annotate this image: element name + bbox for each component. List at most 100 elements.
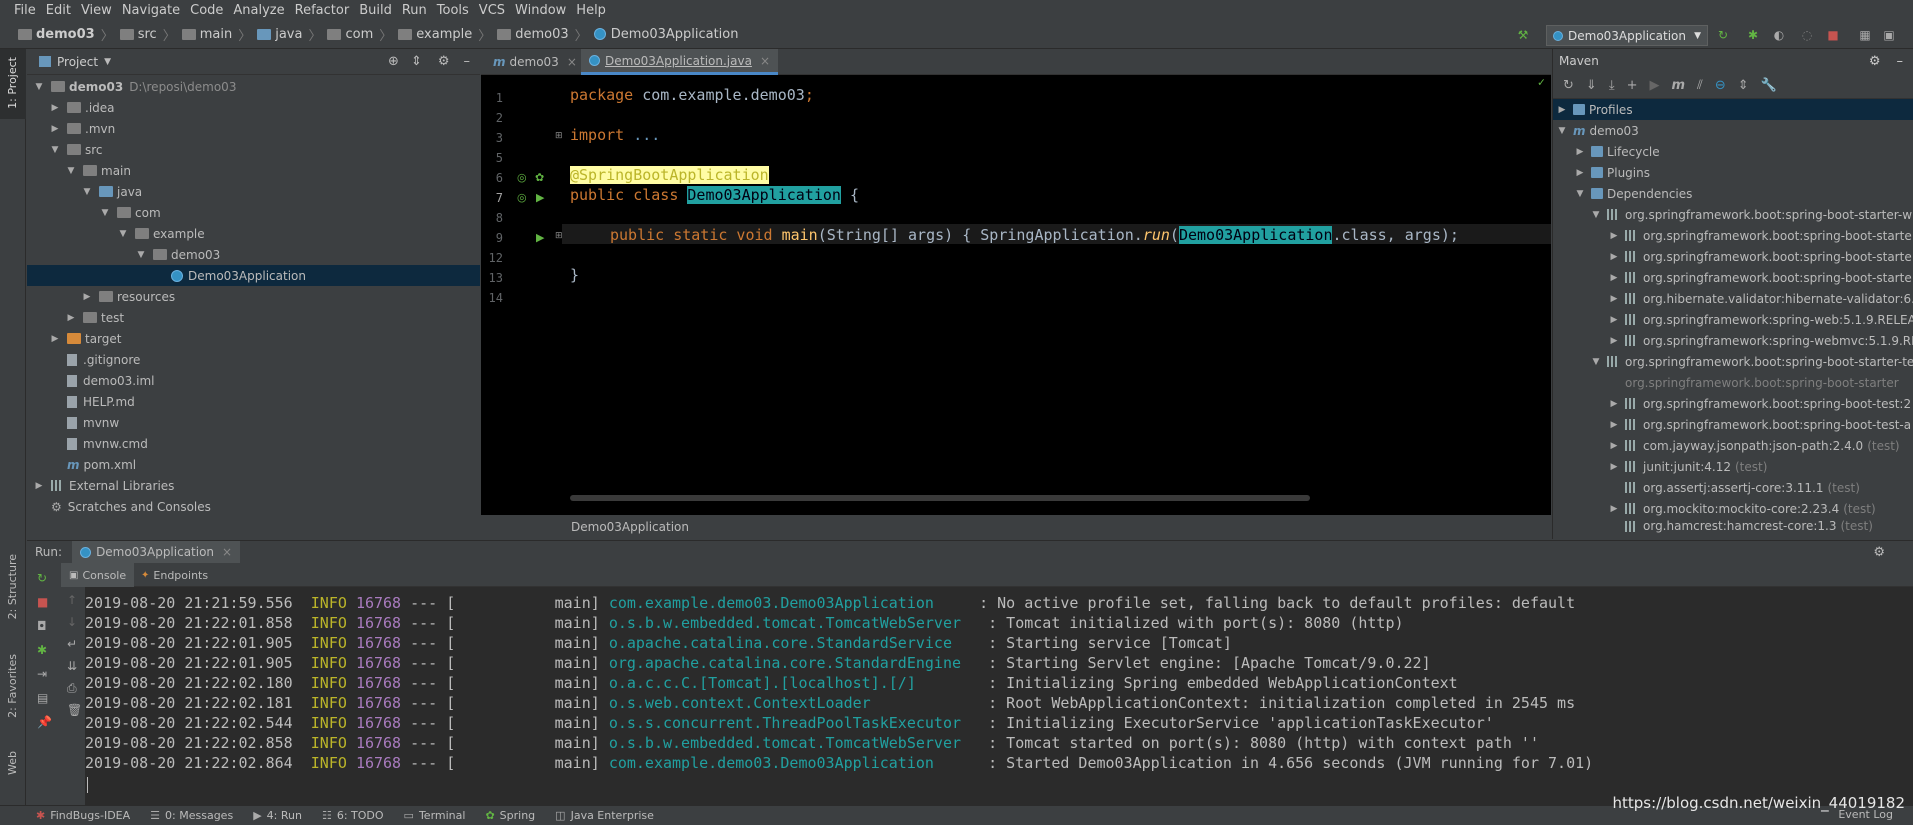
tree-item[interactable]: ▼ demo03 D:\reposi\demo03 (27, 76, 237, 97)
tree-item[interactable]: ▶ .idea (27, 97, 115, 118)
menu-vcs[interactable]: VCS (479, 3, 505, 18)
breadcrumb-class[interactable]: Demo03Application (593, 27, 739, 42)
locate-icon[interactable]: ⊕ (388, 54, 399, 69)
maven-item[interactable]: ▶ Lifecycle (1553, 141, 1660, 162)
menu-edit[interactable]: Edit (46, 3, 71, 18)
download-icon[interactable]: ⤓ (1609, 78, 1615, 93)
rerun-icon[interactable]: ↻ (37, 571, 47, 585)
tree-item[interactable]: ⚙ Scratches and Consoles (27, 496, 211, 517)
maven-item[interactable]: ▶ com.jayway.jsonpath:json-path:2.4.0 (tes… (1553, 435, 1900, 456)
tree-item[interactable]: ▼ demo03 (27, 244, 221, 265)
coverage-icon[interactable]: ◐ (1772, 28, 1786, 42)
tree-item[interactable]: ▶ target (27, 328, 122, 349)
profile-icon[interactable]: ◌ (1800, 28, 1814, 42)
menu-window[interactable]: Window (515, 3, 566, 18)
web-tool-label[interactable]: Web (6, 751, 19, 775)
favorites-tool-label[interactable]: 2: Favorites (6, 654, 19, 718)
maven-item[interactable]: ▶ org.springframework:spring-web:5.1.9.RE… (1553, 309, 1913, 330)
messages-tool-button[interactable]: ☰ 0: Messages (150, 809, 233, 822)
minimize-icon[interactable]: – (464, 54, 471, 69)
horizontal-scrollbar[interactable] (570, 495, 1310, 501)
exit-icon[interactable]: ⇥ (37, 667, 47, 681)
tab-pom[interactable]: m demo03 × (485, 49, 585, 75)
stop-icon[interactable]: ■ (37, 595, 48, 609)
java-enterprise-tool-button[interactable]: ◫ Java Enterprise (555, 809, 654, 822)
breadcrumb-com[interactable]: com 〉 (327, 25, 392, 44)
close-icon[interactable]: × (760, 54, 770, 68)
tree-item[interactable]: .gitignore (27, 349, 140, 370)
layout-icon[interactable]: ▤ (37, 691, 48, 705)
camera-icon[interactable]: ◘ (37, 619, 47, 633)
spring-bean-gutter-icon[interactable]: ◎ (517, 191, 527, 204)
menu-code[interactable]: Code (190, 3, 223, 18)
run-configuration-select[interactable]: Demo03Application ▼ (1546, 25, 1708, 46)
breadcrumb-demo03-package[interactable]: demo03 〉 (497, 25, 588, 44)
tree-item[interactable]: ▶ resources (27, 286, 176, 307)
chevron-down-icon[interactable]: ▼ (104, 57, 111, 67)
trash-icon[interactable]: 🗑 (67, 703, 82, 717)
run-gutter-icon[interactable]: ▶ (536, 191, 544, 204)
pin-icon[interactable]: 📌 (37, 715, 52, 729)
maven-item[interactable]: ▶ org.springframework.boot:spring-boot-te… (1553, 414, 1912, 435)
maven-item[interactable]: org.assertj:assertj-core:3.11.1 (test) (1553, 477, 1860, 498)
spring-gutter-icon[interactable]: ✿ (535, 171, 544, 184)
skip-tests-icon[interactable]: ⊖ (1715, 78, 1726, 93)
menu-view[interactable]: View (81, 3, 112, 18)
maven-item[interactable]: org.springframework.boot:spring-boot-sta… (1553, 372, 1899, 393)
toggle-offline-icon[interactable]: ⫽ (1697, 78, 1703, 93)
maven-item[interactable]: ▶ org.hibernate.validator:hibernate-valid… (1553, 288, 1913, 309)
arrow-up-icon[interactable]: ↑ (67, 593, 77, 607)
menu-file[interactable]: File (14, 3, 36, 18)
add-icon[interactable]: + (1627, 78, 1638, 93)
breadcrumb-demo03[interactable]: demo03 〉 (18, 25, 114, 44)
breadcrumb-example[interactable]: example 〉 (398, 25, 491, 44)
tab-endpoints[interactable]: ✦ Endpoints (133, 563, 216, 587)
menu-run[interactable]: Run (402, 3, 427, 18)
structure-tool-label[interactable]: 2: Structure (6, 554, 19, 619)
terminal-tool-button[interactable]: ▭ Terminal (404, 809, 466, 822)
menu-tools[interactable]: Tools (437, 3, 469, 18)
project-structure-icon[interactable]: ▦ (1858, 28, 1872, 42)
tree-item[interactable]: ▶ test (27, 307, 125, 328)
maven-item[interactable]: ▶ org.springframework.boot:spring-boot-te… (1553, 393, 1912, 414)
menu-navigate[interactable]: Navigate (122, 3, 180, 18)
tree-item[interactable]: HELP.md (27, 391, 135, 412)
tab-console[interactable]: ▣ Console (61, 563, 135, 587)
breadcrumb-main[interactable]: main 〉 (181, 25, 251, 44)
gear-icon[interactable]: ⚙ (438, 54, 450, 69)
run-gutter-icon[interactable]: ▶ (536, 231, 544, 244)
tree-item-selected[interactable]: Demo03Application (27, 265, 480, 286)
tab-demo03application[interactable]: Demo03Application.java × (581, 49, 778, 75)
tree-item[interactable]: ▶ External Libraries (27, 475, 175, 496)
maven-item[interactable]: ▼ m demo03 (1553, 120, 1639, 141)
findbugs-tool-button[interactable]: ✱ FindBugs-IDEA (36, 809, 130, 822)
console-output[interactable]: 2019-08-20 21:21:59.556 INFO 16768 --- [… (85, 587, 1913, 806)
maven-item[interactable]: ▼ org.springframework.boot:spring-boot-st… (1553, 351, 1913, 372)
bug-icon[interactable]: ✱ (37, 643, 47, 657)
reimport-icon[interactable]: ↻ (1563, 78, 1574, 93)
maven-item[interactable]: ▶ Plugins (1553, 162, 1650, 183)
layout-icon[interactable]: ▣ (1882, 28, 1896, 42)
run-tool-button[interactable]: ▶ 4: Run (253, 809, 302, 822)
collapse-all-icon[interactable]: ⇕ (1738, 78, 1749, 93)
generate-sources-icon[interactable]: ⇓ (1586, 78, 1597, 93)
project-tool-label[interactable]: 1: Project (6, 57, 19, 109)
run-tab-demo03application[interactable]: Demo03Application × (72, 541, 241, 563)
soft-wrap-icon[interactable]: ↵ (67, 637, 77, 651)
debug-icon[interactable]: ✱ (1746, 28, 1760, 42)
tree-item[interactable]: m pom.xml (27, 454, 136, 475)
menu-build[interactable]: Build (359, 3, 392, 18)
tree-item[interactable]: ▶ .mvn (27, 118, 116, 139)
maven-item[interactable]: ▶ junit:junit:4.12 (test) (1553, 456, 1768, 477)
maven-item[interactable]: ▶ Profiles (1553, 99, 1913, 120)
tree-item[interactable]: ▼ src (27, 139, 103, 160)
wrench-icon[interactable]: 🔧 (1761, 78, 1777, 93)
menu-analyze[interactable]: Analyze (233, 3, 284, 18)
spring-bean-gutter-icon[interactable]: ◎ (517, 171, 527, 184)
spring-tool-button[interactable]: ✿ Spring (485, 809, 535, 822)
close-icon[interactable]: × (567, 55, 577, 69)
code-area[interactable]: package com.example.demo03; import ... @… (562, 75, 1551, 515)
maven-item[interactable]: ▶ org.springframework.boot:spring-boot-st… (1553, 267, 1912, 288)
maven-item[interactable]: ▶ org.springframework:spring-webmvc:5.1.9… (1553, 330, 1913, 351)
collapse-all-icon[interactable]: ⇕ (411, 54, 422, 69)
